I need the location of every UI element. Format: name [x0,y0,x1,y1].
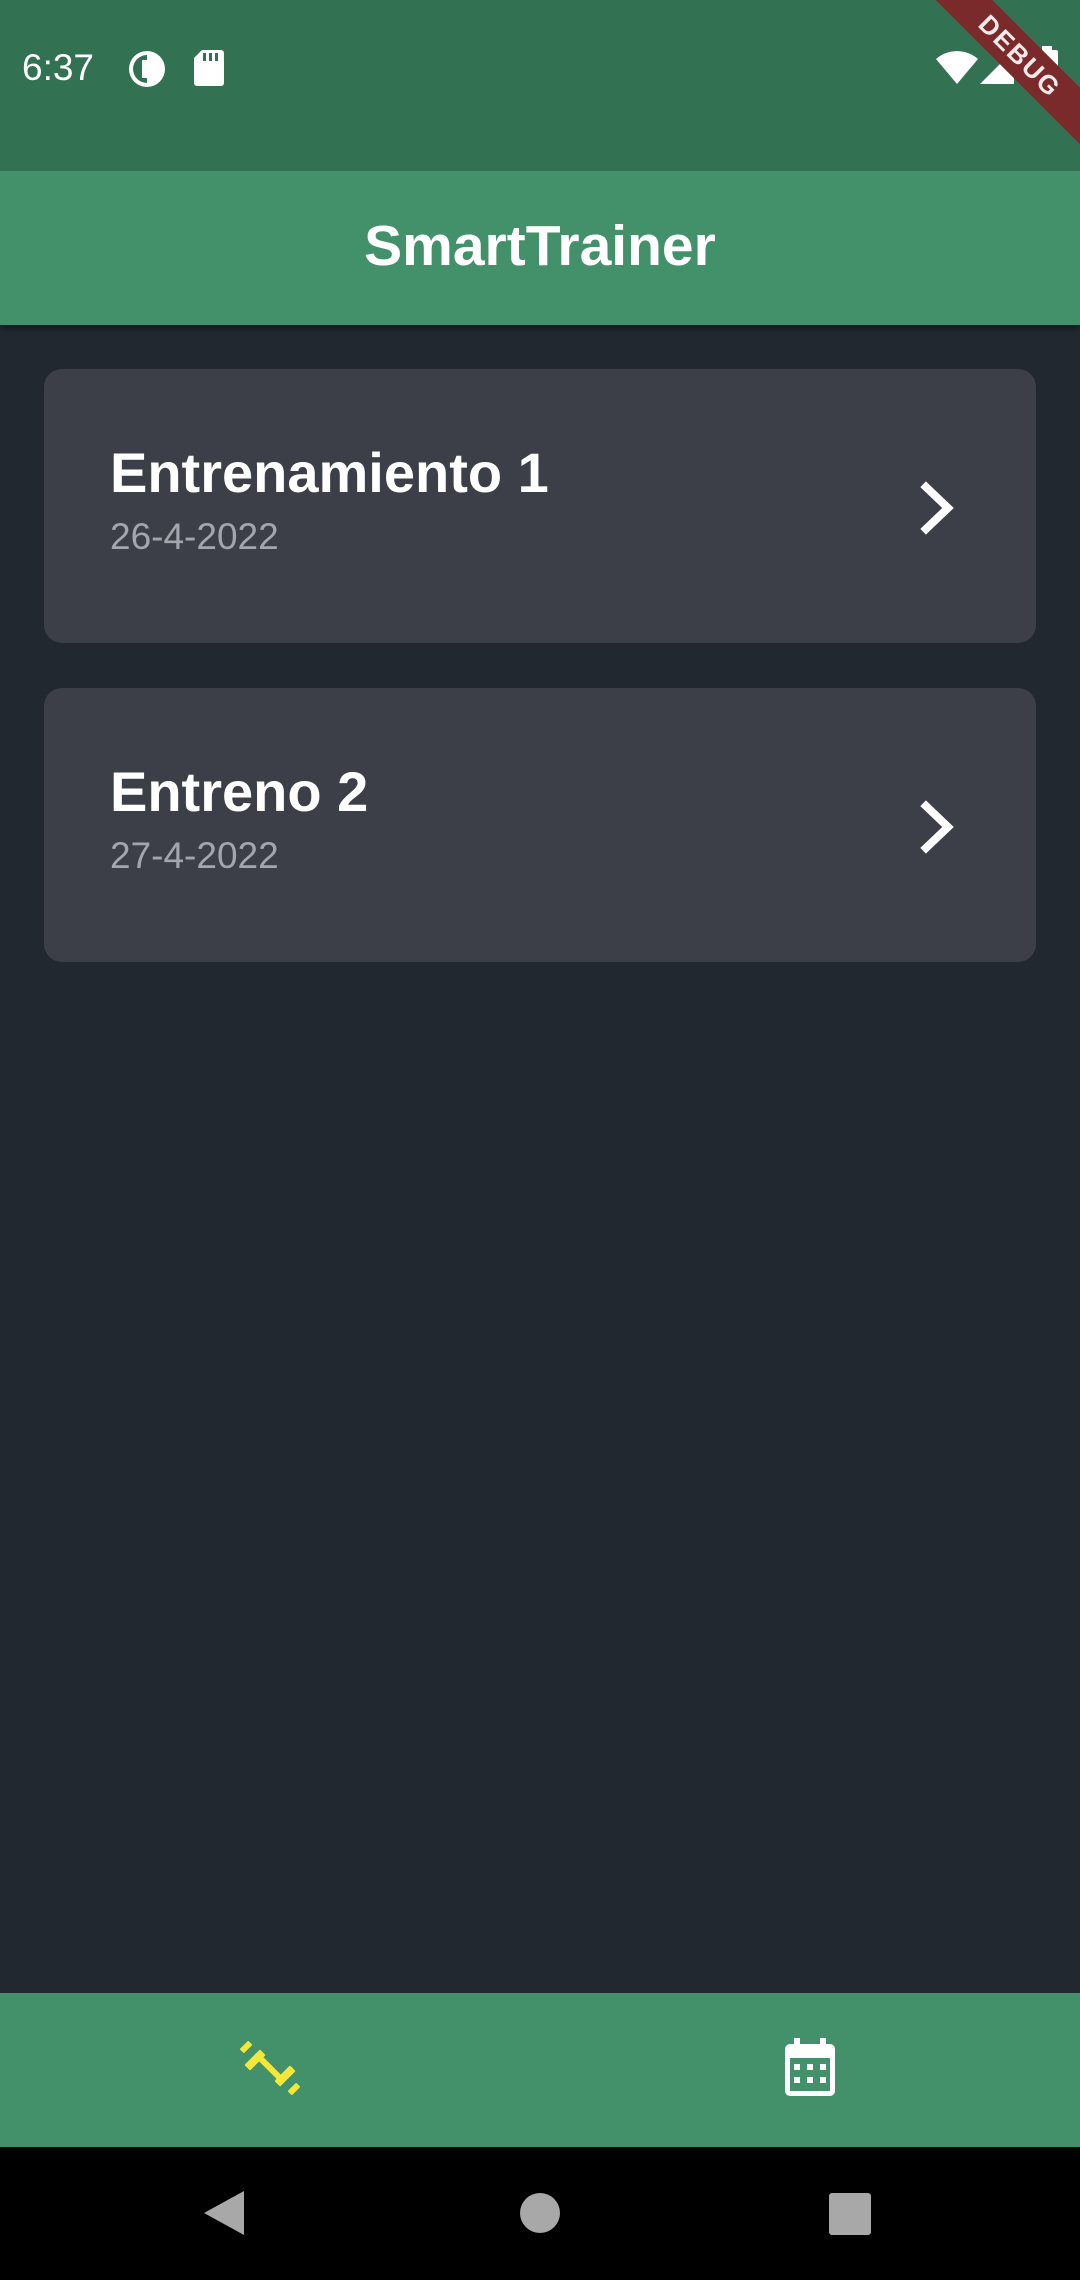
data-saver-icon [128,50,166,92]
sd-card-icon [194,50,224,90]
bottom-navigation [0,1993,1080,2147]
back-icon[interactable] [202,2189,246,2241]
training-title: Entrenamiento 1 [110,441,549,504]
wifi-icon [936,50,978,88]
training-title: Entreno 2 [110,760,369,823]
page-title: SmartTrainer [364,214,716,278]
status-bar: 6:37 DEBUG [0,0,1080,171]
system-navigation-bar [0,2147,1080,2280]
nav-item-trainings[interactable] [0,1993,540,2147]
home-icon[interactable] [520,2193,560,2237]
training-date: 26-4-2022 [110,516,279,557]
app-bar: SmartTrainer [0,171,1080,325]
training-card[interactable]: Entrenamiento 1 26-4-2022 [44,369,1036,643]
chevron-right-icon [902,473,972,543]
status-time: 6:37 [22,47,95,88]
training-date: 27-4-2022 [110,835,279,876]
training-list: Entrenamiento 1 26-4-2022 Entreno 2 27-4… [44,369,1036,1007]
training-card[interactable]: Entreno 2 27-4-2022 [44,688,1036,962]
nav-item-calendar[interactable] [540,1993,1080,2147]
calendar-icon [782,2038,838,2102]
dumbbell-icon [240,2038,300,2102]
chevron-right-icon [902,792,972,862]
recents-icon[interactable] [829,2193,871,2239]
